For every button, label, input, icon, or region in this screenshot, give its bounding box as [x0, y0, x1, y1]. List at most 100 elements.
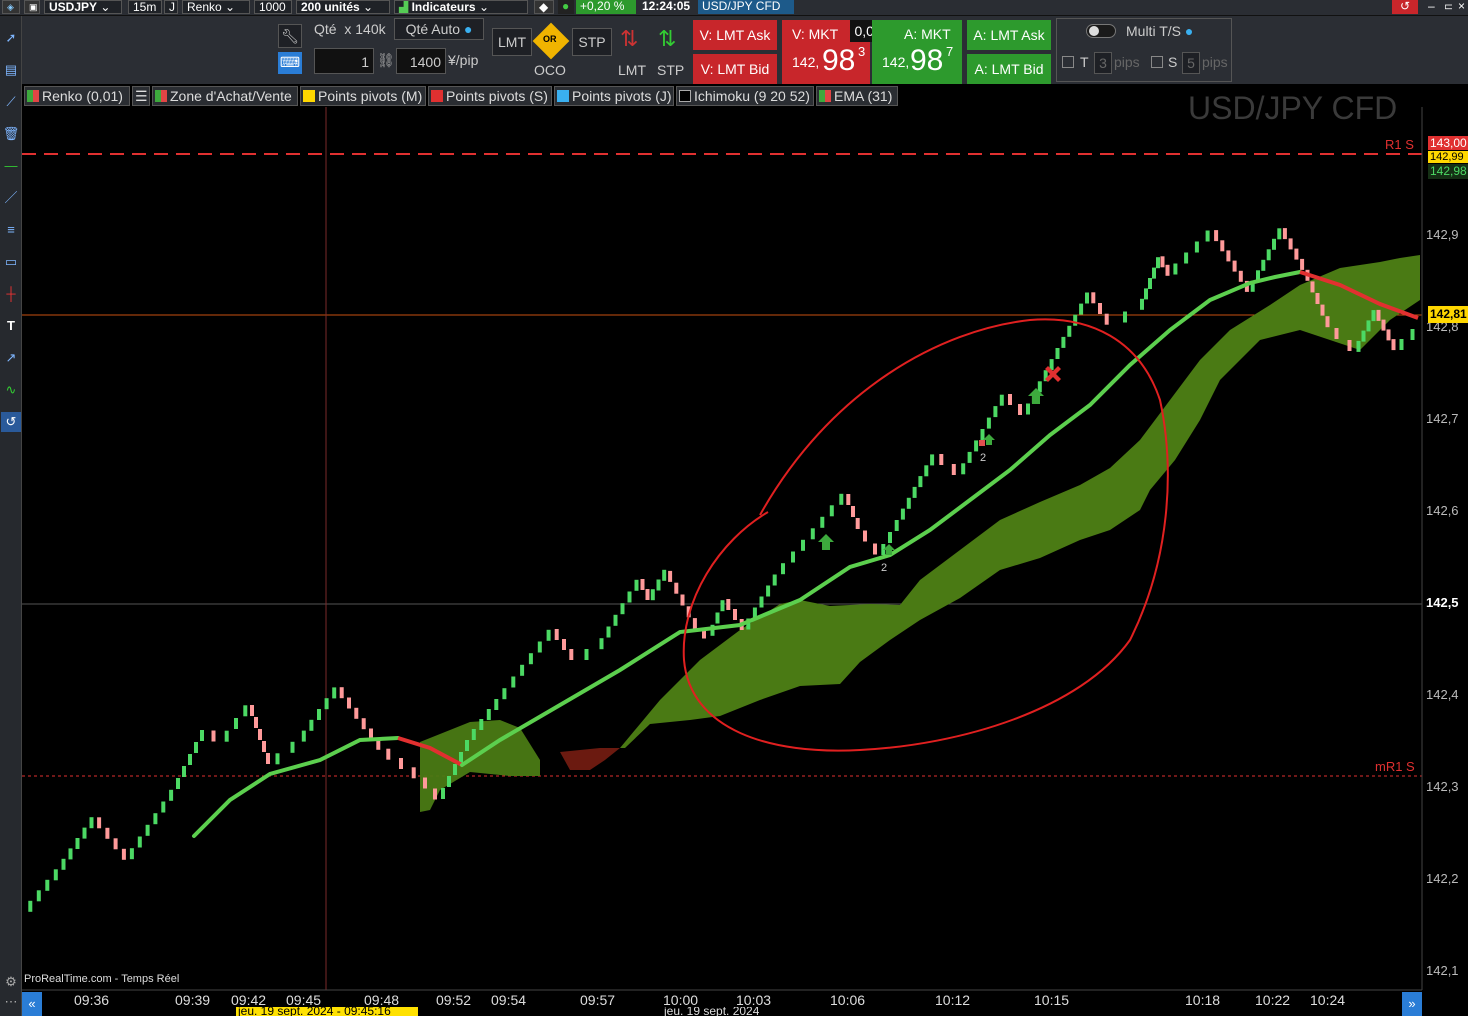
renko-up-brick: [36, 890, 41, 902]
timeframe-selector[interactable]: 15m: [128, 0, 162, 14]
keyboard-icon[interactable]: ⌨︎: [278, 52, 302, 74]
drawing-tools-sidebar: ➚ ▤ ⟋ 🗑︎ — ／ ≡ ▭ ┼ T ↗ ∿ ↺ ⚙︎ ⋯: [0, 16, 22, 1016]
bid-big-figure: 142,: [792, 54, 820, 70]
wrench-icon[interactable]: 🔧︎: [278, 24, 302, 48]
time-tick-label: 09:45: [286, 992, 322, 1008]
s-pips-input[interactable]: 5: [1182, 52, 1200, 74]
renko-up-brick: [182, 766, 186, 777]
pip-value-input[interactable]: 1400: [396, 48, 446, 74]
sell-limit-bid-button[interactable]: V: LMT Bid: [693, 54, 777, 84]
renko-down-brick: [250, 705, 254, 716]
indicator-buy-sell-zone[interactable]: Zone d'Achat/Vente: [152, 86, 298, 106]
cursor-arrow-icon[interactable]: ➚: [1, 28, 21, 48]
horizontal-line-icon[interactable]: —: [1, 156, 21, 176]
alert-icon[interactable]: ◆: [534, 0, 554, 14]
renko-down-brick: [1386, 329, 1391, 341]
renko-up-brick: [888, 532, 892, 543]
ruler-icon[interactable]: ▤: [1, 60, 21, 80]
s-checkbox[interactable]: [1151, 56, 1163, 68]
scroll-left-button[interactable]: «: [22, 992, 42, 1016]
renko-up-brick: [766, 585, 771, 597]
renko-up-brick: [161, 801, 166, 813]
renko-up-brick: [447, 776, 451, 787]
settings-gear-icon[interactable]: ⚙︎: [1, 972, 21, 992]
minimize-icon[interactable]: –: [1424, 0, 1436, 14]
pivots-s-swatch: [431, 90, 443, 102]
undo-icon[interactable]: ↺: [1, 412, 21, 432]
qty-label: Qté x 140k: [314, 21, 386, 37]
link-icon[interactable]: ⛓︎: [377, 52, 395, 69]
lock-icon[interactable]: ▣: [24, 0, 40, 14]
qty-input[interactable]: 1: [314, 48, 374, 74]
renko-down-brick: [1232, 260, 1237, 272]
indicator-pivots-daily[interactable]: Points pivots (J): [554, 86, 674, 106]
renko-down-brick: [347, 697, 351, 709]
ema-line-falling-end: [1299, 270, 1419, 320]
price-tick-label: 142,3: [1426, 779, 1459, 794]
renko-down-brick: [339, 687, 344, 699]
buy-market-button[interactable]: A: MKT 142, 98 7: [872, 20, 962, 84]
fib-tool-icon[interactable]: ≡: [1, 220, 21, 240]
lmt-bracket-icon[interactable]: ⇅: [620, 26, 638, 52]
renko-up-brick: [1361, 330, 1366, 342]
sell-limit-ask-button[interactable]: V: LMT Ask: [693, 20, 777, 50]
lmt-order-button[interactable]: LMT: [492, 28, 532, 56]
renko-up-brick: [153, 813, 158, 825]
stp-order-button[interactable]: STP: [572, 28, 612, 56]
trash-icon[interactable]: 🗑︎: [1, 124, 21, 144]
text-tool-icon[interactable]: T: [1, 316, 21, 336]
timeframe-j-button[interactable]: J: [164, 0, 178, 14]
stp-bracket-icon[interactable]: ⇅: [658, 26, 676, 52]
plot-area[interactable]: [22, 107, 1422, 990]
renko-up-brick: [453, 764, 457, 775]
renko-down-brick: [726, 599, 731, 610]
arrow-tool-icon[interactable]: ↗: [1, 348, 21, 368]
indicator-ichimoku[interactable]: Ichimoku (9 20 52): [676, 86, 814, 106]
renko-up-brick: [129, 848, 134, 860]
price-chart[interactable]: [0, 0, 1468, 1016]
indicator-renko[interactable]: Renko (0,01): [24, 86, 130, 106]
instrument-badge: USD/JPY CFD: [698, 0, 794, 14]
buy-limit-bid-button[interactable]: A: LMT Bid: [967, 54, 1051, 84]
indicator-pivots-weekly[interactable]: Points pivots (S): [428, 86, 552, 106]
renko-down-brick: [105, 827, 110, 839]
multi-ts-toggle[interactable]: [1086, 24, 1116, 38]
indicator-list-icon[interactable]: ☰: [132, 86, 150, 106]
charttype-selector[interactable]: Renko ⌄: [182, 0, 250, 14]
renko-up-brick: [137, 836, 142, 848]
pivots-m-swatch: [303, 90, 315, 102]
more-options-icon[interactable]: ⋯: [1, 992, 21, 1012]
renko-up-brick: [1184, 252, 1189, 264]
time-tick-label: 10:12: [935, 992, 971, 1008]
line-tool-icon[interactable]: ／: [1, 188, 21, 208]
signal-marker-label: 2: [881, 562, 888, 574]
t-pips-input[interactable]: 3: [1094, 52, 1112, 74]
level-tool-icon[interactable]: ┼: [1, 284, 21, 304]
maximize-icon[interactable]: ▭: [1440, 0, 1452, 14]
renko-down-brick: [1220, 240, 1225, 252]
trend-tool-icon[interactable]: ⟋: [1, 92, 21, 112]
wave-tool-icon[interactable]: ∿: [1, 380, 21, 400]
buy-limit-ask-button[interactable]: A: LMT Ask: [967, 20, 1051, 50]
rectangle-icon[interactable]: ▭: [1, 252, 21, 272]
units-selector[interactable]: 200 unités ⌄: [296, 0, 390, 14]
renko-down-brick: [1238, 270, 1243, 282]
qty-auto-button[interactable]: Qté Auto ●: [394, 18, 484, 40]
t-checkbox[interactable]: [1062, 56, 1074, 68]
renko-down-brick: [361, 718, 366, 730]
indicators-menu[interactable]: ▟ Indicateurs ⌄: [394, 0, 528, 14]
symbol-selector[interactable]: USDJPY ⌄: [44, 0, 122, 14]
scroll-right-button[interactable]: »: [1402, 992, 1422, 1016]
renko-up-brick: [656, 579, 661, 591]
renko-down-brick: [1165, 264, 1170, 276]
qty-1000-field[interactable]: 1000: [254, 0, 292, 14]
indicator-ema[interactable]: EMA (31): [816, 86, 898, 106]
renko-down-brick: [1376, 309, 1381, 321]
renko-up-brick: [772, 574, 777, 586]
ichimoku-cloud-bearish: [560, 748, 620, 770]
renko-up-brick: [746, 618, 751, 630]
indicator-pivots-monthly[interactable]: Points pivots (M): [300, 86, 426, 106]
renko-up-brick: [234, 718, 238, 729]
close-icon[interactable]: ×: [1454, 0, 1466, 14]
close-chart-icon[interactable]: ↺: [1392, 0, 1418, 14]
